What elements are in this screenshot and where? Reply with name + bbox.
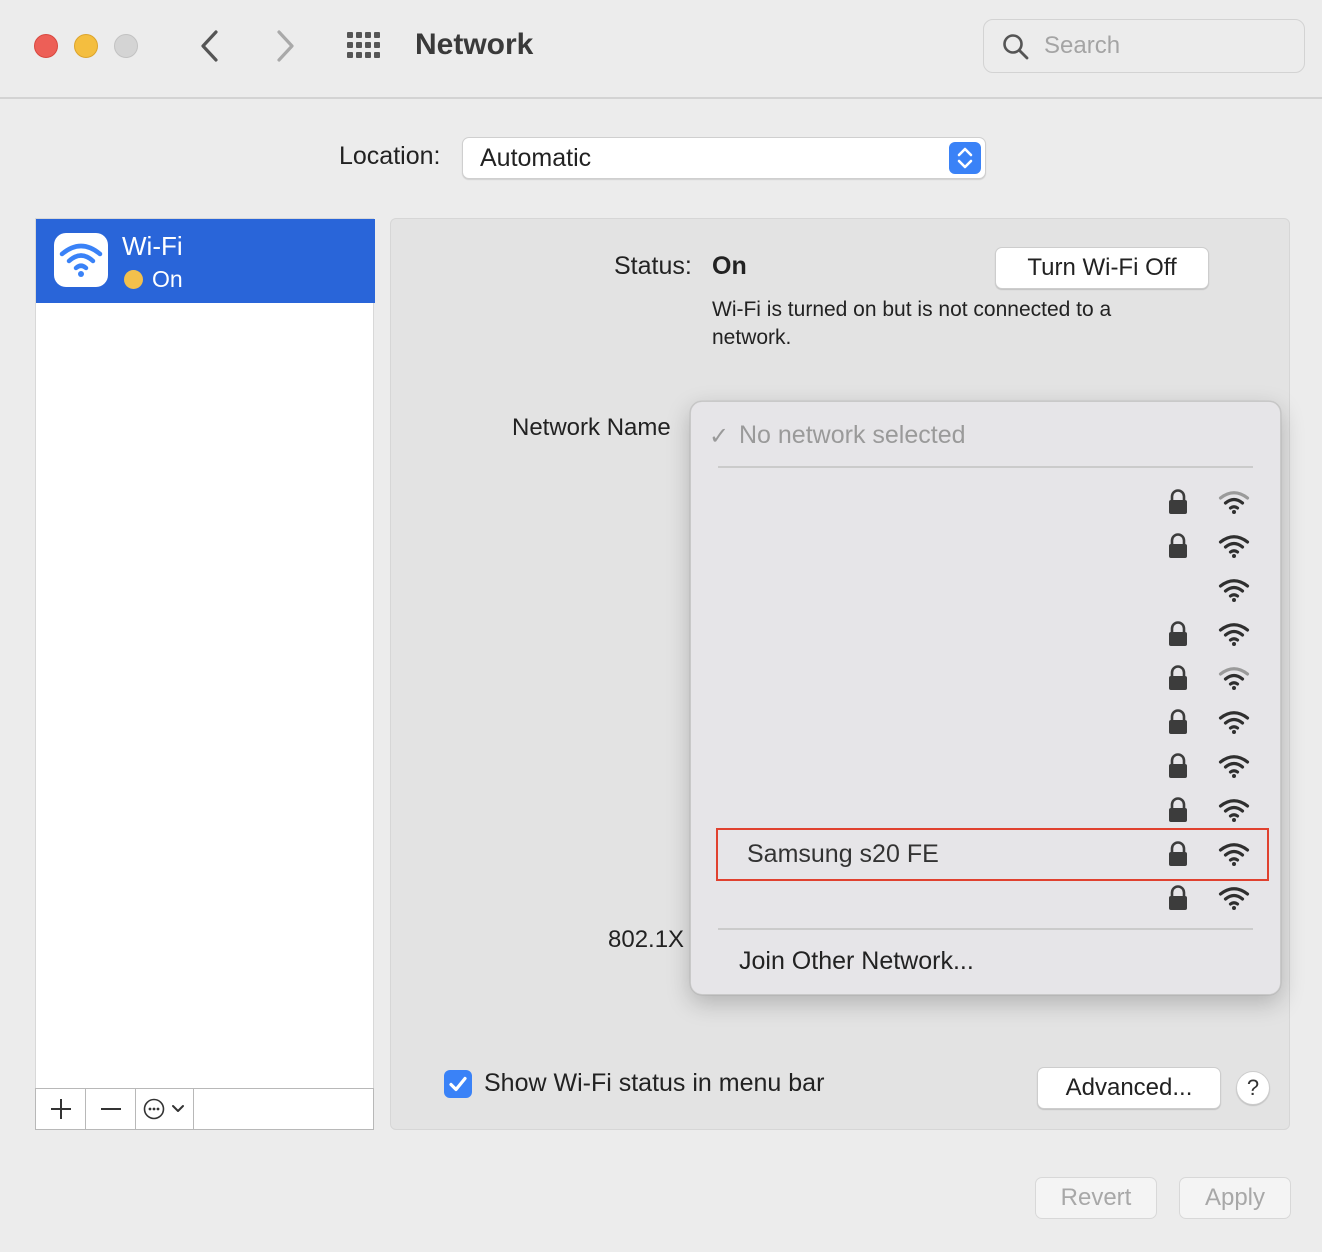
wifi-signal-icon <box>1218 753 1250 784</box>
service-toolbar <box>35 1088 374 1130</box>
apply-button[interactable]: Apply <box>1179 1177 1291 1219</box>
search-icon <box>1003 34 1029 60</box>
lock-icon <box>1167 489 1189 520</box>
updown-chevron-icon <box>957 147 973 169</box>
wifi-signal-icon <box>1218 533 1250 564</box>
ellipsis-circle-icon <box>143 1098 184 1120</box>
wifi-service-icon <box>54 233 108 287</box>
service-list: Wi-Fi On <box>35 218 375 1090</box>
network-item[interactable] <box>691 568 1282 612</box>
network-name-label: Network Name <box>512 414 671 441</box>
network-item[interactable] <box>691 876 1282 920</box>
lock-icon <box>1167 621 1189 652</box>
dot1x-label: 802.1X <box>608 926 685 953</box>
no-network-item[interactable]: No network selected <box>739 421 966 450</box>
chevron-right-icon <box>277 30 294 62</box>
forward-button[interactable] <box>266 24 306 68</box>
remove-service-button[interactable] <box>86 1089 136 1129</box>
wifi-signal-icon <box>1218 665 1250 696</box>
wifi-signal-icon <box>1218 709 1250 740</box>
status-dot <box>124 270 143 289</box>
wifi-icon <box>59 243 103 277</box>
checkmark-icon <box>449 1076 467 1092</box>
wifi-signal-icon <box>1218 577 1250 608</box>
search-field[interactable] <box>983 19 1305 73</box>
network-item[interactable] <box>691 656 1282 700</box>
service-actions-button[interactable] <box>136 1089 194 1129</box>
revert-button[interactable]: Revert <box>1035 1177 1157 1219</box>
location-label: Location: <box>339 142 441 170</box>
status-description: Wi-Fi is turned on but is not connected … <box>712 298 1112 349</box>
minimize-window-button[interactable] <box>74 34 98 58</box>
turn-wifi-off-button[interactable]: Turn Wi-Fi Off <box>995 247 1209 289</box>
wifi-signal-icon <box>1218 621 1250 652</box>
wifi-signal-icon <box>1218 797 1250 828</box>
menu-separator <box>718 928 1253 930</box>
minus-icon <box>101 1108 121 1110</box>
lock-icon <box>1167 533 1189 564</box>
window-title: Network <box>415 28 534 61</box>
network-item[interactable] <box>691 700 1282 744</box>
chevron-left-icon <box>201 30 218 62</box>
zoom-window-button[interactable] <box>114 34 138 58</box>
show-wifi-status-checkbox[interactable] <box>444 1070 472 1098</box>
lock-icon <box>1167 665 1189 696</box>
show-all-button[interactable] <box>344 30 386 62</box>
lock-icon <box>1167 709 1189 740</box>
network-item[interactable] <box>691 524 1282 568</box>
show-wifi-status-label: Show Wi-Fi status in menu bar <box>484 1069 825 1097</box>
wifi-signal-icon <box>1218 885 1250 916</box>
network-item[interactable] <box>691 480 1282 524</box>
network-item[interactable] <box>691 788 1282 832</box>
location-stepper[interactable] <box>949 142 981 174</box>
network-item[interactable] <box>691 744 1282 788</box>
checkmark-icon: ✓ <box>709 423 730 450</box>
highlight-box <box>716 828 1269 881</box>
lock-icon <box>1167 885 1189 916</box>
help-button[interactable]: ? <box>1236 1071 1270 1105</box>
service-item-wifi[interactable]: Wi-Fi On <box>36 219 375 303</box>
back-button[interactable] <box>190 24 230 68</box>
location-value: Automatic <box>480 144 592 172</box>
grid-icon <box>347 32 380 58</box>
network-item[interactable] <box>691 612 1282 656</box>
location-select[interactable]: Automatic <box>462 137 986 179</box>
status-label: Status: <box>614 252 692 280</box>
close-window-button[interactable] <box>34 34 58 58</box>
join-other-network-item[interactable]: Join Other Network... <box>739 947 974 976</box>
status-value: On <box>712 252 747 280</box>
lock-icon <box>1167 753 1189 784</box>
plus-icon <box>51 1099 71 1119</box>
menu-separator <box>718 466 1253 468</box>
title-bar: Network <box>0 0 1322 99</box>
wifi-signal-icon <box>1218 489 1250 520</box>
search-input[interactable] <box>1044 30 1284 62</box>
service-status: On <box>152 266 183 292</box>
advanced-button[interactable]: Advanced... <box>1037 1067 1221 1109</box>
service-name: Wi-Fi <box>122 231 183 261</box>
add-service-button[interactable] <box>36 1089 86 1129</box>
network-menu: ✓ No network selected Samsung s20 FE Joi… <box>690 401 1281 995</box>
lock-icon <box>1167 797 1189 828</box>
